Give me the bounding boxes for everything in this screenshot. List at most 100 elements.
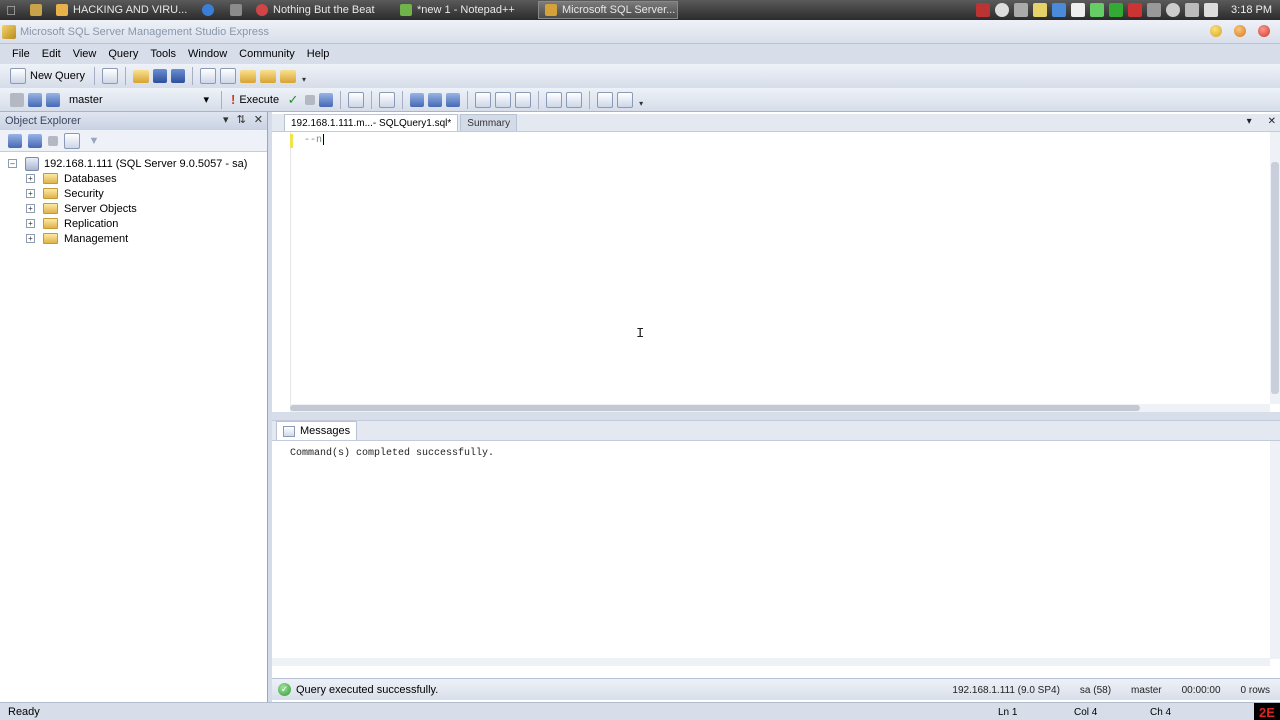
editor-vertical-scrollbar[interactable] [1270,132,1280,404]
properties-icon[interactable] [280,69,297,83]
pin-icon[interactable]: ⇅ [237,113,246,126]
tab-close-icon[interactable]: ✕ [1268,116,1276,127]
menu-edit[interactable]: Edit [36,48,67,60]
oe-connect-icon[interactable] [8,133,22,148]
query-editor[interactable]: --n I [272,132,1270,404]
object-explorer-icon[interactable] [220,68,237,84]
tree-node-server-objects[interactable]: + Server Objects [0,201,267,216]
tree-server-node[interactable]: – 192.168.1.111 (SQL Server 9.0.5057 - s… [0,156,267,171]
tree-node-security[interactable]: + Security [0,186,267,201]
oe-disconnect-icon[interactable] [28,133,42,148]
menu-file[interactable]: File [6,48,36,60]
expand-icon[interactable]: + [26,189,35,198]
taskbar-item-notepad[interactable]: *new 1 - Notepad++ [394,1,534,19]
tree-node-management[interactable]: + Management [0,231,267,246]
results-to-grid-icon[interactable] [475,91,492,108]
comment-icon[interactable] [546,91,563,108]
taskbar-item-music[interactable]: Nothing But the Beat [250,1,390,19]
editor-horizontal-scrollbar[interactable] [290,404,1270,412]
taskbar-blank-icon[interactable] [222,1,250,19]
tray-speaker-icon[interactable] [1204,3,1219,17]
taskbar-ie-icon[interactable] [194,1,222,19]
menu-tools[interactable]: Tools [144,48,182,60]
tray-network-icon[interactable] [1052,3,1067,17]
cancel-query-icon[interactable] [305,94,316,105]
folder-icon [43,188,58,199]
change-connection-icon[interactable] [28,92,42,107]
scroll-thumb[interactable] [1271,162,1279,394]
tree-node-databases[interactable]: + Databases [0,171,267,186]
tab-list-icon[interactable]: ▾ [1247,116,1252,127]
oe-stop-icon[interactable] [48,135,58,146]
execute-button[interactable]: ! Execute [229,90,281,110]
client-stats-icon[interactable] [428,92,443,107]
results-horizontal-scrollbar[interactable] [272,658,1270,666]
apple-menu-icon[interactable]:  [0,0,22,20]
menu-view[interactable]: View [67,48,103,60]
results-file-icon[interactable] [515,91,532,108]
parse-check-icon[interactable]: ✓ [285,92,301,108]
panel-dropdown-icon[interactable]: ▾ [223,113,229,126]
close-button[interactable] [1258,25,1270,37]
results-vertical-scrollbar[interactable] [1270,441,1280,659]
tray-monitor-icon[interactable] [976,3,991,17]
tray-app-icon[interactable] [1033,3,1048,17]
menu-help[interactable]: Help [301,48,336,60]
tray-tool-icon[interactable] [1090,3,1105,17]
results-to-text-icon[interactable] [446,92,461,107]
pane-splitter[interactable] [272,412,1280,420]
decrease-indent-icon[interactable] [597,91,614,108]
menu-window[interactable]: Window [182,48,233,60]
expand-icon[interactable]: + [26,174,35,183]
solution-explorer-icon[interactable] [260,69,277,83]
panel-close-icon[interactable]: ✕ [254,113,263,126]
toolbar-overflow-icon[interactable]: ▾ [637,92,645,108]
tray-red-icon[interactable] [1128,3,1143,17]
tray-green-icon[interactable] [1109,3,1124,17]
include-plan-icon[interactable] [410,92,425,107]
taskbar-item-ssms[interactable]: Microsoft SQL Server... [538,1,678,19]
tab-summary[interactable]: Summary [460,114,518,131]
results-to-file-icon[interactable] [495,91,512,108]
save-icon[interactable] [153,69,168,83]
uncomment-icon[interactable] [566,91,583,108]
expand-icon[interactable]: + [26,204,35,213]
new-file-icon[interactable] [102,68,119,84]
oe-refresh-icon[interactable] [64,132,80,149]
menu-community[interactable]: Community [233,48,301,60]
tree-node-replication[interactable]: + Replication [0,216,267,231]
tab-sqlquery1[interactable]: 192.168.1.111.m...- SQLQuery1.sql* [284,114,459,131]
tray-clock-icon[interactable] [1166,3,1181,17]
expand-icon[interactable]: + [26,234,35,243]
scroll-thumb[interactable] [290,405,1140,411]
display-plan-icon[interactable] [319,92,334,107]
tray-drop-icon[interactable] [995,3,1010,17]
expand-icon[interactable]: + [26,219,35,228]
increase-indent-icon[interactable] [617,91,634,108]
tray-volume-icon[interactable] [1014,3,1029,17]
maximize-button[interactable] [1234,25,1246,37]
database-select[interactable]: master ▾ [64,91,214,109]
disconnect-icon[interactable] [46,92,60,107]
tab-messages[interactable]: Messages [276,421,358,440]
collapse-icon[interactable]: – [8,159,17,168]
taskbar-item-hacking[interactable]: HACKING AND VIRU... [50,1,190,19]
template-explorer-icon[interactable] [240,69,257,83]
registered-servers-icon[interactable] [200,68,217,84]
new-query-button[interactable]: New Query [8,66,87,86]
taskbar-app-icon[interactable] [22,1,50,19]
connect-icon[interactable] [10,92,24,107]
tray-arrows-icon[interactable] [1185,3,1200,17]
query-designer-icon[interactable] [348,91,365,108]
minimize-button[interactable] [1210,25,1222,37]
tab-label: Summary [467,117,511,129]
toolbar-separator [125,67,127,85]
menu-query[interactable]: Query [102,48,144,60]
save-all-icon[interactable] [171,69,186,83]
open-folder-icon[interactable] [133,69,150,83]
tray-eject-icon[interactable] [1071,3,1086,17]
intellisense-icon[interactable] [379,91,396,108]
tray-settings-icon[interactable] [1147,3,1162,17]
filter-icon[interactable]: ▼ [86,133,102,149]
toolbar-overflow-icon[interactable]: ▾ [300,68,308,84]
